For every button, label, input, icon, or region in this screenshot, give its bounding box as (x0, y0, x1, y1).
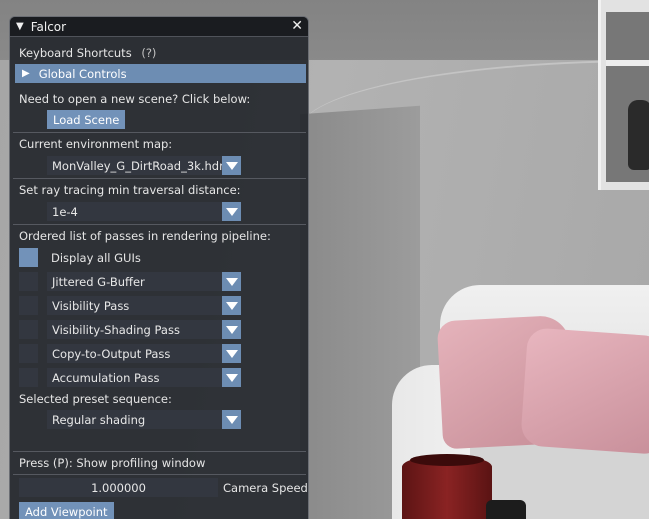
pass-name: Jittered G-Buffer (52, 274, 145, 289)
passes-label: Ordered list of passes in rendering pipe… (19, 229, 271, 243)
window-title: Falcor (30, 19, 67, 34)
keyboard-shortcuts-row: Keyboard Shortcuts (?) (19, 46, 156, 60)
pass-dropdown-jittered-gbuffer[interactable]: Jittered G-Buffer (47, 272, 241, 291)
falcor-window: ▼ Falcor ✕ Keyboard Shortcuts (?) ▶ Glob… (9, 16, 309, 519)
chevron-down-icon[interactable] (222, 368, 241, 387)
chevron-down-icon[interactable] (222, 296, 241, 315)
scene-shelf-board (606, 60, 649, 66)
scene-prompt: Need to open a new scene? Click below: (19, 92, 251, 106)
chevron-down-icon[interactable] (222, 320, 241, 339)
add-viewpoint-button[interactable]: Add Viewpoint (19, 502, 114, 519)
scene-dark-object (486, 500, 526, 519)
pass-checkbox-visibility[interactable] (19, 296, 38, 315)
separator (13, 178, 306, 179)
pass-name: Accumulation Pass (52, 370, 160, 385)
global-controls-label: Global Controls (38, 66, 127, 81)
pass-name: Visibility-Shading Pass (52, 322, 180, 337)
preset-value: Regular shading (52, 412, 146, 427)
collapse-arrow-icon[interactable]: ▼ (16, 21, 24, 32)
pass-dropdown-visibility-shading[interactable]: Visibility-Shading Pass (47, 320, 241, 339)
separator (13, 132, 306, 133)
global-controls-header[interactable]: ▶ Global Controls (15, 64, 306, 83)
ray-tracing-value: 1e-4 (52, 204, 78, 219)
scene-red-pot-rim (410, 454, 484, 466)
pass-checkbox-accumulation[interactable] (19, 368, 38, 387)
expand-arrow-icon: ▶ (22, 68, 30, 79)
preset-label: Selected preset sequence: (19, 392, 172, 406)
help-marker[interactable]: (?) (141, 46, 156, 60)
window-titlebar[interactable]: ▼ Falcor ✕ (10, 17, 308, 37)
keyboard-shortcuts-label: Keyboard Shortcuts (19, 46, 132, 60)
environment-map-value: MonValley_G_DirtRoad_3k.hdr (52, 158, 222, 173)
environment-map-dropdown[interactable]: MonValley_G_DirtRoad_3k.hdr (47, 156, 241, 175)
ray-tracing-label: Set ray tracing min traversal distance: (19, 183, 241, 197)
pass-name: Visibility Pass (52, 298, 130, 313)
separator (13, 451, 306, 452)
chevron-down-icon[interactable] (222, 202, 241, 221)
separator (13, 474, 306, 475)
scene-vase (628, 100, 649, 170)
separator (13, 224, 306, 225)
display-all-guis-label: Display all GUIs (51, 251, 141, 265)
camera-speed-label: Camera Speed (223, 481, 308, 495)
preset-dropdown[interactable]: Regular shading (47, 410, 241, 429)
chevron-down-icon[interactable] (222, 344, 241, 363)
load-scene-button[interactable]: Load Scene (47, 110, 126, 129)
chevron-down-icon[interactable] (222, 156, 241, 175)
scene-pillow (520, 327, 649, 455)
pass-checkbox-copy-to-output[interactable] (19, 344, 38, 363)
ray-tracing-dropdown[interactable]: 1e-4 (47, 202, 241, 221)
chevron-down-icon[interactable] (222, 410, 241, 429)
pass-checkbox-visibility-shading[interactable] (19, 320, 38, 339)
chevron-down-icon[interactable] (222, 272, 241, 291)
environment-map-label: Current environment map: (19, 137, 173, 151)
display-all-guis-checkbox[interactable] (19, 248, 38, 267)
pass-dropdown-copy-to-output[interactable]: Copy-to-Output Pass (47, 344, 241, 363)
profiling-hint: Press (P): Show profiling window (19, 456, 206, 470)
camera-speed-input[interactable]: 1.000000 (19, 478, 218, 497)
pass-checkbox-jittered-gbuffer[interactable] (19, 272, 38, 291)
close-icon[interactable]: ✕ (291, 18, 303, 34)
pass-dropdown-visibility[interactable]: Visibility Pass (47, 296, 241, 315)
pass-dropdown-accumulation[interactable]: Accumulation Pass (47, 368, 241, 387)
pass-name: Copy-to-Output Pass (52, 346, 171, 361)
